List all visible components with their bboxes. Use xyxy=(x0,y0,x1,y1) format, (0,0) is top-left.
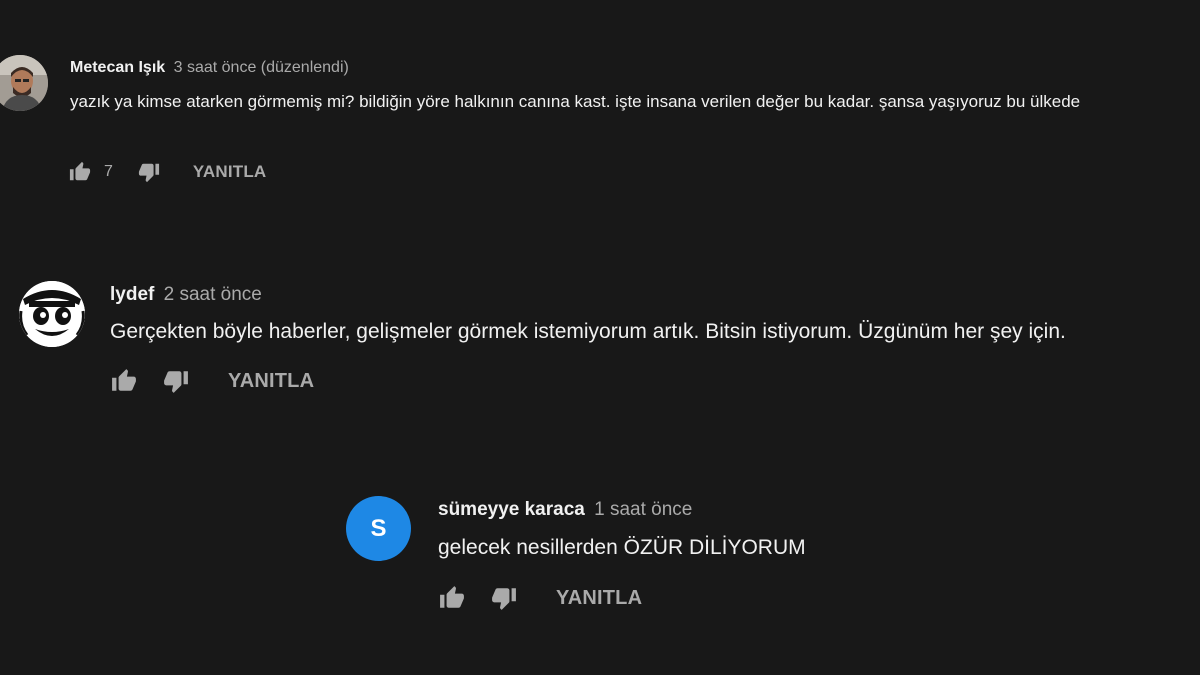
thumbs-up-icon xyxy=(440,586,464,608)
reply-button[interactable]: YANITLA xyxy=(556,587,642,610)
author-line: sümeyye karaca 1 saat önce xyxy=(438,499,692,521)
like-button[interactable] xyxy=(438,584,466,612)
comment-toolbar: YANITLA xyxy=(438,584,642,612)
avatar[interactable]: S xyxy=(346,496,411,561)
reply-comment: S sümeyye karaca 1 saat önce gelecek nes… xyxy=(0,0,1200,675)
timestamp[interactable]: 1 saat önce xyxy=(594,499,692,520)
avatar-letter: S xyxy=(370,514,387,542)
thumbs-down-icon xyxy=(492,588,516,610)
comment-text: gelecek nesillerden ÖZÜR DİLİYORUM xyxy=(438,536,806,559)
author-name[interactable]: sümeyye karaca xyxy=(438,499,585,520)
comments-section: Metecan Işık 3 saat önce (düzenlendi) ya… xyxy=(0,0,1200,675)
dislike-button[interactable] xyxy=(490,584,518,612)
